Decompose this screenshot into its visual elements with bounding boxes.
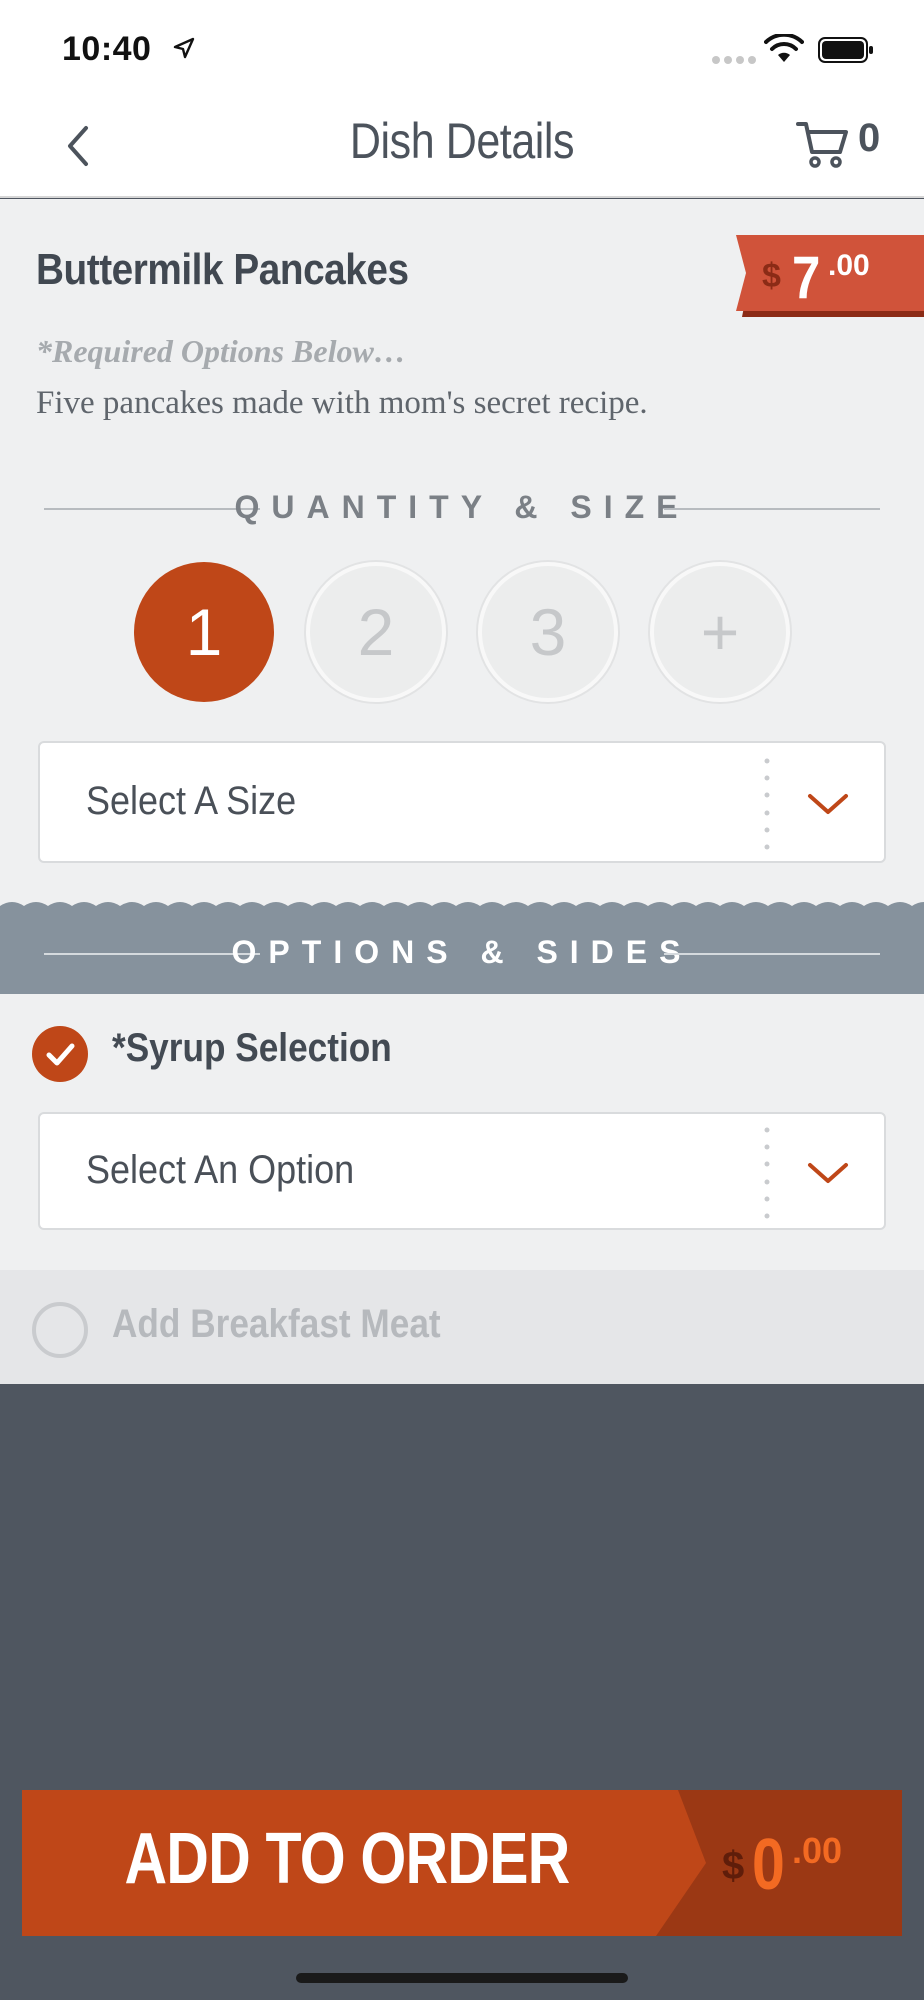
navigation-bar: Dish Details 0: [0, 100, 924, 198]
cellular-signal-icon: [712, 56, 756, 64]
dish-details-section: Buttermilk Pancakes $ 7 .00 *Required Op…: [0, 199, 924, 911]
dish-description: Five pancakes made with mom's secret rec…: [36, 385, 648, 421]
quantity-option-2[interactable]: 2: [306, 562, 446, 702]
chevron-down-icon: [808, 1163, 848, 1183]
add-to-order-button[interactable]: ADD TO ORDER $ 0 .00: [22, 1790, 902, 1936]
status-bar: 10:40: [0, 0, 924, 100]
syrup-selection-label[interactable]: *Syrup Selection: [112, 1026, 392, 1071]
order-total-decimal: .00: [792, 1830, 843, 1871]
home-indicator: [296, 1973, 628, 1983]
price-currency: $: [762, 257, 781, 295]
wave-edge: [0, 902, 924, 914]
status-time: 10:40: [62, 30, 152, 68]
order-total-integer: 0: [752, 1825, 785, 1905]
dish-name: Buttermilk Pancakes: [36, 245, 409, 294]
quantity-option-3[interactable]: 3: [478, 562, 618, 702]
page-title: Dish Details: [349, 113, 575, 169]
divider-line: [664, 508, 880, 510]
syrup-select[interactable]: Select An Option: [38, 1112, 886, 1230]
dotted-separator: [764, 1127, 770, 1219]
breakfast-meat-checkbox[interactable]: [32, 1302, 88, 1358]
cart-count[interactable]: 0: [858, 116, 880, 161]
price-integer: 7: [792, 244, 821, 311]
options-sides-header: OPTIONS & SIDES: [0, 902, 924, 994]
quantity-size-divider: QUANTITY & SIZE: [44, 489, 880, 529]
quantity-option-1[interactable]: 1: [134, 562, 274, 702]
dotted-separator: [764, 758, 770, 850]
wifi-icon: [764, 34, 804, 62]
size-select-placeholder: Select A Size: [86, 779, 297, 823]
price-decimal: .00: [828, 249, 870, 282]
battery-icon: [818, 37, 873, 63]
quantity-option-more[interactable]: +: [650, 562, 790, 702]
chevron-down-icon: [808, 794, 848, 814]
order-total-currency: $: [722, 1844, 745, 1888]
syrup-select-placeholder: Select An Option: [86, 1148, 355, 1192]
required-options-note: *Required Options Below…: [36, 333, 406, 369]
price-tag: $ 7 .00: [736, 235, 924, 317]
location-arrow-icon: [173, 37, 195, 59]
add-to-order-label: ADD TO ORDER: [124, 1819, 570, 1899]
size-select[interactable]: Select A Size: [38, 741, 886, 863]
options-sides-divider: OPTIONS & SIDES: [44, 934, 880, 974]
cart-icon[interactable]: [794, 116, 850, 172]
divider-line: [664, 953, 880, 955]
checkmark-icon: [46, 1043, 75, 1066]
syrup-checkbox[interactable]: [32, 1026, 88, 1082]
breakfast-meat-label[interactable]: Add Breakfast Meat: [112, 1302, 441, 1347]
syrup-option-section: *Syrup Selection Select An Option: [0, 994, 924, 1270]
breakfast-meat-option[interactable]: Add Breakfast Meat: [0, 1270, 924, 1384]
